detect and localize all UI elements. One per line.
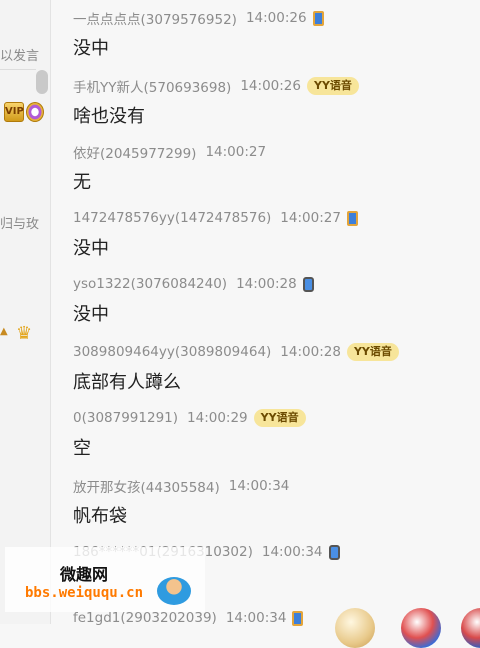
- message-meta: 依好(2045977299) 14:00:27: [73, 142, 272, 162]
- timestamp: 14:00:34: [261, 544, 323, 560]
- sidebar-text: 归与玫: [0, 217, 40, 232]
- input-hint[interactable]: 以发言: [0, 45, 39, 64]
- message-meta: 手机YY新人(570693698) 14:00:26 YY语音: [73, 76, 359, 96]
- timestamp: 14:00:28: [236, 276, 297, 292]
- timestamp: 14:00:34: [228, 478, 290, 494]
- gift-ball-icon[interactable]: [401, 608, 441, 648]
- sender-name[interactable]: 0(3087991291): [73, 410, 178, 426]
- chat-message: 放开那女孩(44305584) 14:00:34 帆布袋: [73, 476, 295, 528]
- watermark-url: bbs.weiququ.cn: [25, 585, 144, 601]
- timestamp: 14:00:27: [280, 210, 341, 226]
- gift-bubble-icon[interactable]: [335, 608, 375, 648]
- watermark: 微趣网 bbs.weiququ.cn: [5, 547, 205, 612]
- left-panel: 以发言 VIP 归与玫 ▲ ♛: [0, 0, 51, 624]
- sender-name[interactable]: 放开那女孩(44305584): [73, 476, 220, 496]
- level-icon: ▲: [0, 326, 8, 337]
- tablet-device-icon: [346, 210, 358, 226]
- timestamp: 14:00:28: [280, 344, 341, 360]
- chat-area: 一点点点点(3079576952) 14:00:26 没中 手机YY新人(570…: [51, 0, 480, 648]
- vip-badge-icon[interactable]: VIP: [4, 102, 24, 122]
- timestamp: 14:00:29: [187, 410, 248, 426]
- sender-name[interactable]: 手机YY新人(570693698): [73, 76, 231, 96]
- chat-message: 手机YY新人(570693698) 14:00:26 YY语音 啥也没有: [73, 76, 359, 128]
- message-text: 没中: [73, 304, 109, 325]
- mascot-icon: [157, 577, 191, 605]
- message-text: 没中: [73, 38, 109, 59]
- crown-icon[interactable]: ♛: [16, 323, 32, 344]
- chat-message: 0(3087991291) 14:00:29 YY语音 空: [73, 408, 306, 460]
- sender-name[interactable]: 依好(2045977299): [73, 142, 196, 162]
- message-text: 无: [73, 172, 91, 193]
- message-meta: 1472478576yy(1472478576) 14:00:27: [73, 208, 358, 228]
- message-text: 空: [73, 438, 91, 459]
- watermark-title: 微趣网: [60, 565, 109, 584]
- sender-name[interactable]: 一点点点点(3079576952): [73, 8, 237, 28]
- yy-voice-badge: YY语音: [253, 409, 306, 427]
- chat-message: yso1322(3076084240) 14:00:28 没中: [73, 274, 314, 326]
- chat-message: 一点点点点(3079576952) 14:00:26 没中: [73, 8, 324, 60]
- message-text: 底部有人蹲么: [73, 372, 181, 393]
- gift-ball-icon[interactable]: [461, 608, 480, 648]
- message-meta: 0(3087991291) 14:00:29 YY语音: [73, 408, 306, 428]
- yy-voice-badge: YY语音: [346, 343, 399, 361]
- chat-message: 依好(2045977299) 14:00:27 无: [73, 142, 272, 194]
- sender-name[interactable]: yso1322(3076084240): [73, 276, 227, 292]
- message-meta: 3089809464yy(3089809464) 14:00:28 YY语音: [73, 342, 399, 362]
- tablet-device-icon: [312, 10, 324, 26]
- medal-icon[interactable]: [26, 102, 44, 122]
- tablet-device-icon: [292, 610, 304, 626]
- phone-device-icon: [302, 276, 314, 292]
- message-text: 帆布袋: [73, 506, 127, 527]
- message-text: 啥也没有: [73, 106, 145, 127]
- timestamp: 14:00:27: [205, 144, 267, 160]
- message-meta: 一点点点点(3079576952) 14:00:26: [73, 8, 324, 28]
- divider: [0, 69, 36, 70]
- message-meta: 放开那女孩(44305584) 14:00:34: [73, 476, 295, 496]
- scrollbar-thumb[interactable]: [36, 70, 48, 94]
- sender-name[interactable]: 1472478576yy(1472478576): [73, 210, 271, 226]
- sender-name[interactable]: 3089809464yy(3089809464): [73, 344, 271, 360]
- phone-device-icon: [328, 544, 340, 560]
- yy-voice-badge: YY语音: [306, 77, 359, 95]
- chat-message: 1472478576yy(1472478576) 14:00:27 没中: [73, 208, 358, 260]
- message-meta: yso1322(3076084240) 14:00:28: [73, 274, 314, 294]
- timestamp: 14:00:26: [245, 10, 307, 26]
- message-text: 没中: [73, 238, 109, 259]
- timestamp: 14:00:26: [240, 78, 301, 94]
- chat-message: 3089809464yy(3089809464) 14:00:28 YY语音 底…: [73, 342, 399, 394]
